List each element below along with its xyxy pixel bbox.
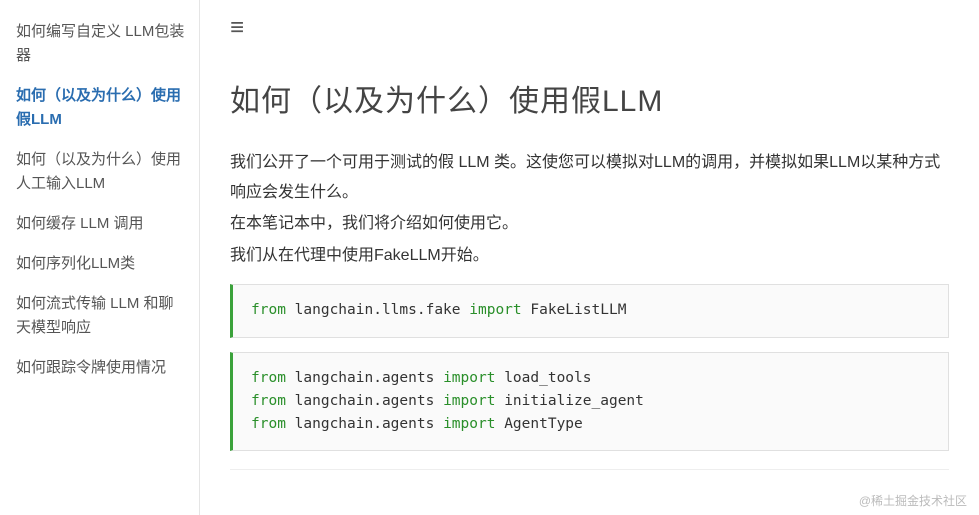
keyword-import: import — [443, 393, 495, 409]
intro-paragraph-3: 我们从在代理中使用FakeLLM开始。 — [230, 241, 949, 271]
import-name: FakeListLLM — [530, 302, 626, 318]
module-path: langchain.agents — [295, 370, 435, 386]
module-path: langchain.agents — [295, 416, 435, 432]
code-block-1: from langchain.llms.fake import FakeList… — [230, 284, 949, 337]
main-content: ≡ 如何（以及为什么）使用假LLM 我们公开了一个可用于测试的假 LLM 类。这… — [200, 0, 979, 515]
keyword-from: from — [251, 416, 286, 432]
sidebar-item-fake-llm[interactable]: 如何（以及为什么）使用假LLM — [16, 76, 199, 140]
watermark: @稀土掘金技术社区 — [859, 492, 967, 509]
keyword-import: import — [469, 302, 521, 318]
sidebar-item-serialize-llm[interactable]: 如何序列化LLM类 — [16, 244, 199, 284]
code-block-2: from langchain.agents import load_tools … — [230, 352, 949, 452]
keyword-from: from — [251, 302, 286, 318]
sidebar-item-custom-llm-wrapper[interactable]: 如何编写自定义 LLM包装器 — [16, 12, 199, 76]
import-name: load_tools — [504, 370, 591, 386]
sidebar-item-human-input-llm[interactable]: 如何（以及为什么）使用人工输入LLM — [16, 140, 199, 204]
module-path: langchain.llms.fake — [295, 302, 461, 318]
keyword-import: import — [443, 370, 495, 386]
sidebar-item-cache-llm[interactable]: 如何缓存 LLM 调用 — [16, 204, 199, 244]
keyword-from: from — [251, 370, 286, 386]
intro-paragraph-2: 在本笔记本中，我们将介绍如何使用它。 — [230, 209, 949, 239]
intro-paragraph-1: 我们公开了一个可用于测试的假 LLM 类。这使您可以模拟对LLM的调用，并模拟如… — [230, 148, 949, 207]
import-name: AgentType — [504, 416, 583, 432]
sidebar: 如何编写自定义 LLM包装器 如何（以及为什么）使用假LLM 如何（以及为什么）… — [0, 0, 200, 515]
keyword-import: import — [443, 416, 495, 432]
sidebar-item-token-usage[interactable]: 如何跟踪令牌使用情况 — [16, 348, 199, 388]
page-title: 如何（以及为什么）使用假LLM — [230, 76, 949, 120]
module-path: langchain.agents — [295, 393, 435, 409]
divider — [230, 469, 949, 470]
import-name: initialize_agent — [504, 393, 644, 409]
keyword-from: from — [251, 393, 286, 409]
sidebar-item-stream-llm[interactable]: 如何流式传输 LLM 和聊天模型响应 — [16, 284, 199, 348]
hamburger-menu-icon[interactable]: ≡ — [230, 14, 244, 42]
